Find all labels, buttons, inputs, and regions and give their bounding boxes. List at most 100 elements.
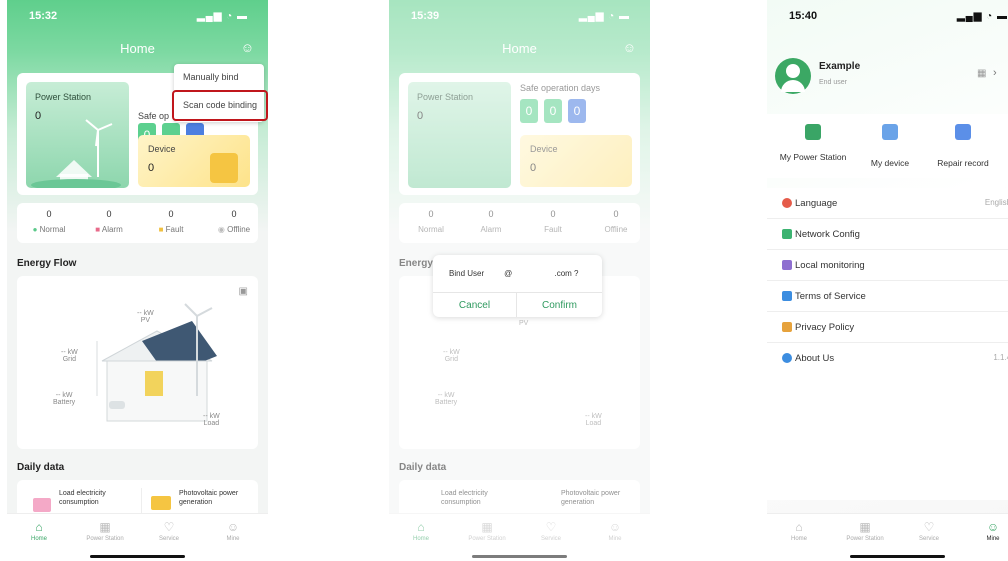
person-icon: ☺ bbox=[226, 520, 240, 534]
tab-label: Mine bbox=[226, 536, 240, 542]
device-value: 0 bbox=[148, 162, 155, 174]
stat-normal: 0 ● Normal bbox=[29, 209, 69, 234]
stat-alarm: 0 ■ Alarm bbox=[89, 209, 129, 234]
grid-list-icon: ▦ bbox=[99, 520, 111, 534]
load-consumption-icon bbox=[33, 498, 51, 512]
pv-generation-icon bbox=[151, 496, 171, 510]
status-bar: 15:40 ▂▄▆ ◔ ▬ bbox=[767, 10, 1008, 26]
energy-flow-heading: Energy Flow bbox=[17, 258, 77, 269]
pv-readout: -- kW PV bbox=[137, 310, 154, 324]
shortcut-panel: My Power Station My device Repair record bbox=[767, 114, 1008, 178]
my-power-station-link[interactable]: My Power Station bbox=[773, 152, 853, 162]
stat-label: Normal bbox=[39, 225, 66, 234]
menu-item-privacy[interactable]: Privacy Policy> bbox=[767, 312, 1008, 343]
device-card[interactable]: Device 0 bbox=[138, 135, 250, 187]
menu-item-language[interactable]: Language English > bbox=[767, 188, 1008, 219]
info-icon bbox=[782, 353, 792, 363]
tab-power-station[interactable]: ▦ Power Station bbox=[835, 520, 895, 542]
power-station-card[interactable]: Power Station 0 bbox=[26, 82, 129, 188]
menu-label: Language bbox=[795, 198, 838, 209]
tab-label: Power Station bbox=[846, 536, 884, 542]
service-icon: ♡ bbox=[163, 520, 175, 534]
status-icons: ▂▄▆ ◔ ▬ bbox=[196, 11, 248, 22]
grid-readout: -- kW Grid bbox=[61, 349, 78, 363]
grid-list-icon: ▦ bbox=[859, 520, 871, 534]
stat-label: Offline bbox=[227, 225, 251, 234]
menu-item-terms[interactable]: Terms of Service> bbox=[767, 281, 1008, 312]
repair-record-link[interactable]: Repair record bbox=[923, 158, 1003, 168]
home-indicator bbox=[850, 555, 945, 558]
tab-home[interactable]: ⌂ Home bbox=[9, 520, 69, 542]
tab-mine[interactable]: ☺ Mine bbox=[203, 520, 263, 542]
add-user-icon[interactable]: ☺ bbox=[241, 40, 254, 55]
menu-label: Local monitoring bbox=[795, 260, 865, 271]
menu-item-local-monitoring[interactable]: Local monitoring> bbox=[767, 250, 1008, 281]
tab-label: Service bbox=[918, 536, 939, 542]
page-title: Home bbox=[120, 41, 155, 56]
stat-offline: 0 ◉ Offline bbox=[212, 209, 256, 234]
pv-generation-label: Photovoltaic power generation bbox=[179, 490, 239, 506]
document-icon bbox=[782, 291, 792, 301]
menu-label: Privacy Policy bbox=[795, 322, 855, 333]
status-time: 15:40 bbox=[789, 10, 818, 22]
avatar[interactable] bbox=[775, 58, 811, 94]
grid-label: Grid bbox=[62, 356, 76, 363]
tab-home[interactable]: ⌂ Home bbox=[769, 520, 829, 542]
stat-count: 0 bbox=[231, 209, 237, 219]
load-value: -- kW bbox=[203, 413, 220, 420]
battery-readout: -- kW Battery bbox=[53, 392, 75, 406]
dialog-message: Bind User @ .com ? bbox=[449, 269, 579, 278]
tab-mine[interactable]: ☺ Mine bbox=[963, 520, 1008, 542]
house-turbine-illustration bbox=[31, 119, 121, 188]
menu-item-network-config[interactable]: Network Config> bbox=[767, 219, 1008, 250]
status-summary: 0 ● Normal 0 ■ Alarm 0 ■ Fault 0 ◉ Offline bbox=[17, 203, 258, 243]
safe-days-label: Safe op bbox=[138, 111, 170, 121]
tab-service[interactable]: ♡ Service bbox=[899, 520, 959, 542]
menu-label: About Us bbox=[795, 353, 835, 364]
pv-label: PV bbox=[140, 317, 151, 324]
tab-service[interactable]: ♡ Service bbox=[139, 520, 199, 542]
tab-bar: ⌂ Home ▦ Power Station ♡ Service ☺ Mine bbox=[7, 513, 268, 561]
device-label: Device bbox=[148, 144, 176, 154]
tab-power-station[interactable]: ▦ Power Station bbox=[75, 520, 135, 542]
battery-label: Battery bbox=[53, 399, 76, 406]
home-icon: ⌂ bbox=[795, 520, 803, 534]
stat-label: Alarm bbox=[101, 225, 123, 234]
stat-fault: 0 ■ Fault bbox=[151, 209, 191, 234]
menu-label: Network Config bbox=[795, 229, 860, 240]
home-screen: 15:32 ▂▄▆ ◔ ▬ Home ☺ Power Station 0 Safe… bbox=[7, 0, 268, 561]
energy-flow-illustration bbox=[96, 303, 217, 422]
home-indicator bbox=[90, 555, 185, 558]
status-time: 15:32 bbox=[29, 10, 58, 22]
settings-list: Language English > Network Config> Local … bbox=[767, 188, 1008, 500]
tab-label: Power Station bbox=[86, 536, 124, 542]
qr-code-icon[interactable]: ▦ bbox=[977, 68, 986, 79]
menu-item-about[interactable]: About Us 1.1.4 > bbox=[767, 343, 1008, 374]
chevron-right-icon[interactable]: › bbox=[993, 67, 997, 79]
person-icon: ☺ bbox=[986, 520, 1000, 534]
my-device-link[interactable]: My device bbox=[850, 158, 930, 168]
tab-bar: ⌂ Home ▦ Power Station ♡ Service ☺ Mine bbox=[767, 513, 1008, 561]
stat-label: Fault bbox=[165, 225, 184, 234]
tab-label: Mine bbox=[986, 536, 1000, 542]
tab-label: Home bbox=[790, 536, 807, 542]
stat-count: 0 bbox=[106, 209, 112, 219]
service-icon: ♡ bbox=[923, 520, 935, 534]
load-label: Load bbox=[203, 420, 220, 427]
network-icon bbox=[782, 229, 792, 239]
user-name: Example bbox=[819, 61, 861, 72]
manually-bind-item[interactable]: Manually bind bbox=[183, 72, 239, 82]
shield-icon bbox=[782, 322, 792, 332]
mine-screen: 15:40▂▄▆ ◔ ▬ ⚙ Example End user ▦ › My P… bbox=[767, 0, 1008, 561]
pv-value: -- kW bbox=[137, 310, 154, 317]
cancel-button[interactable]: Cancel bbox=[433, 292, 517, 317]
highlight-box bbox=[172, 90, 268, 121]
status-bar: 15:32 ▂▄▆ ◔ ▬ bbox=[7, 10, 268, 26]
menu-label: Terms of Service bbox=[795, 291, 866, 302]
confirm-button[interactable]: Confirm bbox=[517, 292, 602, 317]
power-station-icon bbox=[805, 124, 821, 140]
stat-count: 0 bbox=[168, 209, 174, 219]
load-readout: -- kW Load bbox=[203, 413, 220, 427]
home-screen-dialog: 15:39 ▂▄▆ ◔ ▬ Home ☺ Power Station 0 Safe… bbox=[389, 0, 650, 561]
globe-icon bbox=[782, 198, 792, 208]
